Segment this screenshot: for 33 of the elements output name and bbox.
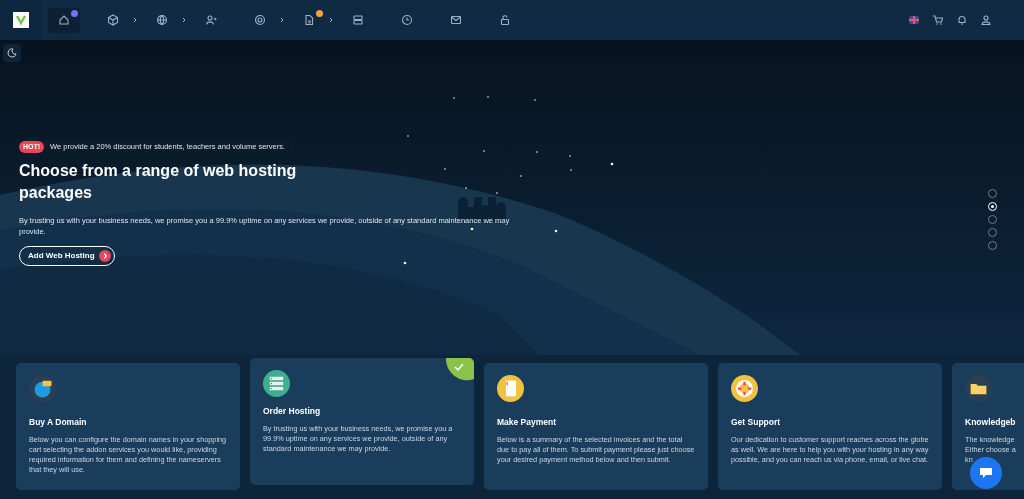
bell-button[interactable] xyxy=(956,14,968,26)
server-icon xyxy=(263,370,290,397)
card-title: Knowledgeb xyxy=(965,416,1017,429)
mail-icon xyxy=(450,14,462,26)
flag-icon xyxy=(908,14,920,26)
card-title: Buy A Domain xyxy=(29,416,88,429)
document-icon xyxy=(303,14,315,26)
chat-icon xyxy=(979,467,993,479)
user-plus-icon xyxy=(205,14,217,26)
box-icon xyxy=(107,14,119,26)
cart-button[interactable] xyxy=(932,14,944,26)
folder-icon xyxy=(965,375,992,402)
server-icon xyxy=(352,14,364,26)
language-button[interactable] xyxy=(908,14,920,26)
lifebuoy-icon xyxy=(254,14,266,26)
dark-mode-button[interactable] xyxy=(3,44,21,62)
nav-item[interactable] xyxy=(48,7,80,33)
service-card[interactable] xyxy=(16,363,240,490)
cart-icon xyxy=(932,14,944,26)
moon-icon xyxy=(7,48,17,58)
hero-title: Choose from a range of web hosting packages xyxy=(19,161,298,203)
user-button[interactable] xyxy=(980,14,992,26)
card-title: Order Hosting xyxy=(263,405,322,418)
card-title: Make Payment xyxy=(497,416,558,429)
card-title: Get Support xyxy=(731,416,782,429)
lock-icon xyxy=(499,14,511,26)
lifebuoy-icon xyxy=(731,375,758,402)
arrow-right-icon xyxy=(98,250,111,262)
home-icon xyxy=(58,14,70,26)
clock-icon xyxy=(401,14,413,26)
user-icon xyxy=(980,14,992,26)
invoice-icon xyxy=(497,375,524,402)
bell-icon xyxy=(956,14,968,26)
